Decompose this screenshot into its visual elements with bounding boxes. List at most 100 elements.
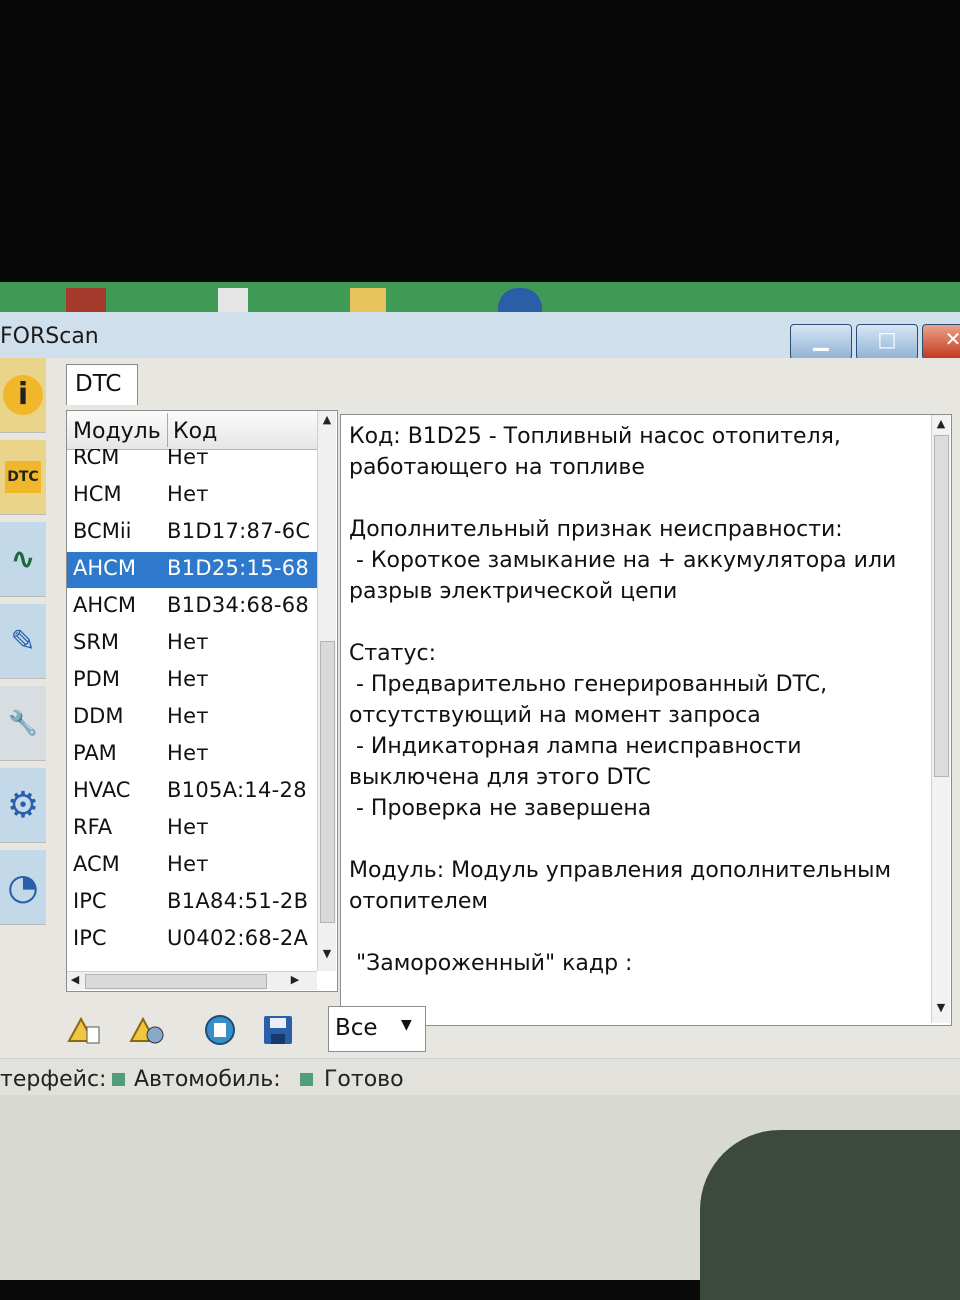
table-row[interactable]: IPC U0402:68-2A <box>67 922 317 949</box>
row-module: IPC <box>73 926 107 949</box>
close-button[interactable]: ✕ <box>922 324 960 360</box>
row-module: RCM <box>73 449 120 469</box>
dtc-icon: DTC <box>5 461 41 493</box>
column-divider[interactable] <box>167 413 168 447</box>
row-code: Нет <box>167 482 209 506</box>
tab-dtc[interactable]: DTC <box>66 364 138 405</box>
save-icon <box>264 1016 292 1044</box>
clear-dtc-button[interactable] <box>198 1010 242 1050</box>
row-module: SRM <box>73 630 120 654</box>
sidebar-item-info[interactable]: i <box>0 358 46 433</box>
row-code: Нет <box>167 449 209 469</box>
list-horizontal-scrollbar[interactable]: ◀ ▶ <box>67 971 317 990</box>
dtc-description: Код: B1D25 - Топливный насос отопителя, … <box>349 424 897 976</box>
table-row[interactable]: RFA Нет <box>67 811 317 847</box>
list-vertical-scrollbar[interactable]: ▲ ▼ <box>317 411 336 971</box>
detail-scrollbar[interactable]: ▲ ▼ <box>931 415 950 1023</box>
table-row[interactable]: HVAC B105A:14-28 <box>67 774 317 810</box>
dtc-rows: RCM Нет HCM Нет BCMii B1D17:87-6C AHCM B1D25… <box>67 449 317 949</box>
row-code: Нет <box>167 815 209 839</box>
dtc-filter-select[interactable]: Все ▼ <box>328 1006 426 1052</box>
scroll-left-icon[interactable]: ◀ <box>67 973 83 989</box>
row-module: HCM <box>73 482 122 506</box>
sidebar-item-oscilloscope[interactable]: ∿ <box>0 522 46 597</box>
read-dtc-icon <box>67 1016 100 1044</box>
scroll-right-icon[interactable]: ▶ <box>287 973 303 989</box>
sidebar-item-tests[interactable]: ✎ <box>0 604 46 679</box>
row-code: B1D17:87-6C <box>167 519 311 543</box>
vehicle-status-led <box>300 1073 313 1086</box>
scroll-thumb[interactable] <box>85 974 267 989</box>
row-module: BCMii <box>73 519 132 543</box>
client-area: i DTC ∿ ✎ 🔧 ⚙ ◔ DTC Модуль Код RCM Нет H… <box>0 358 960 1103</box>
dtc-filter-value: Все <box>335 1015 378 1041</box>
minimize-button[interactable]: ▁ <box>790 324 852 360</box>
status-vehicle-label: Автомобиль: <box>134 1067 281 1092</box>
sidebar: i DTC ∿ ✎ 🔧 ⚙ ◔ <box>0 358 48 998</box>
table-row[interactable]: BCMii B1D17:87-6C <box>67 515 317 551</box>
gauge-icon: ◔ <box>7 866 39 908</box>
close-icon: ✕ <box>944 327 960 351</box>
table-row[interactable]: ACM Нет <box>67 848 317 884</box>
table-row-selected[interactable]: AHCM B1D25:15-68 <box>67 552 317 588</box>
dtc-toolbar: Все ▼ <box>60 1006 440 1056</box>
save-button[interactable] <box>256 1010 300 1050</box>
column-header-code[interactable]: Код <box>173 419 217 444</box>
checklist-icon: ✎ <box>10 623 36 659</box>
sidebar-item-settings[interactable]: ◔ <box>0 850 46 925</box>
status-interface-label: терфейс: <box>0 1067 107 1092</box>
table-row[interactable]: PAM Нет <box>67 737 317 773</box>
scroll-thumb[interactable] <box>934 435 949 777</box>
table-row[interactable]: SRM Нет <box>67 626 317 662</box>
sidebar-item-service[interactable]: 🔧 <box>0 686 46 761</box>
chevron-down-icon: ▼ <box>401 1017 412 1033</box>
row-code: B1D34:68-68 <box>167 593 310 617</box>
row-code: B1A84:51-2B <box>167 889 309 913</box>
table-row[interactable]: PDM Нет <box>67 663 317 699</box>
table-row[interactable]: AHCM B1D34:68-68 <box>67 589 317 625</box>
row-code: B1D25:15-68 <box>167 556 310 580</box>
clear-dtc-icon <box>205 1015 235 1045</box>
table-row[interactable]: HCM Нет <box>67 478 317 514</box>
column-header-module[interactable]: Модуль <box>73 419 161 444</box>
list-header: Модуль Код <box>67 411 317 450</box>
table-row[interactable]: IPC B1A84:51-2B <box>67 885 317 921</box>
table-row[interactable]: RCM Нет <box>67 449 317 477</box>
row-module: IPC <box>73 889 107 913</box>
dtc-detail-pane[interactable]: Код: B1D25 - Топливный насос отопителя, … <box>340 414 952 1026</box>
table-row[interactable]: DDM Нет <box>67 700 317 736</box>
row-code: B105A:14-28 <box>167 778 307 802</box>
row-code: Нет <box>167 704 209 728</box>
title-bar: FORScan ▁ □ ✕ <box>0 312 960 360</box>
scroll-up-icon[interactable]: ▲ <box>933 417 949 435</box>
dtc-list[interactable]: Модуль Код RCM Нет HCM Нет BCMii B1D17:87-6… <box>66 410 338 992</box>
row-code: Нет <box>167 741 209 765</box>
tab-dtc-label: DTC <box>75 371 122 397</box>
minimize-icon: ▁ <box>813 327 829 351</box>
info-icon: i <box>3 375 43 415</box>
sidebar-item-configuration[interactable]: ⚙ <box>0 768 46 843</box>
freeze-frame-button[interactable] <box>124 1010 168 1050</box>
scroll-down-icon[interactable]: ▼ <box>933 1001 949 1019</box>
row-module: HVAC <box>73 778 131 802</box>
monitor-bezel <box>0 0 960 285</box>
window-title: FORScan <box>0 324 99 349</box>
desktop-shadow <box>700 1130 960 1300</box>
row-module: DDM <box>73 704 124 728</box>
maximize-button[interactable]: □ <box>856 324 918 360</box>
read-freeze-icon <box>129 1016 164 1044</box>
oscilloscope-icon: ∿ <box>10 541 36 577</box>
scroll-up-icon[interactable]: ▲ <box>319 413 335 431</box>
scroll-thumb[interactable] <box>320 641 335 923</box>
wrench-icon: 🔧 <box>8 709 38 737</box>
row-module: PDM <box>73 667 120 691</box>
row-code: Нет <box>167 667 209 691</box>
status-state: Готово <box>324 1067 404 1092</box>
row-module: RFA <box>73 815 113 839</box>
row-module: PAM <box>73 741 117 765</box>
scroll-down-icon[interactable]: ▼ <box>319 947 335 965</box>
sidebar-item-dtc[interactable]: DTC <box>0 440 46 515</box>
row-module: AHCM <box>73 556 136 580</box>
interface-status-led <box>112 1073 125 1086</box>
read-dtc-button[interactable] <box>62 1010 106 1050</box>
